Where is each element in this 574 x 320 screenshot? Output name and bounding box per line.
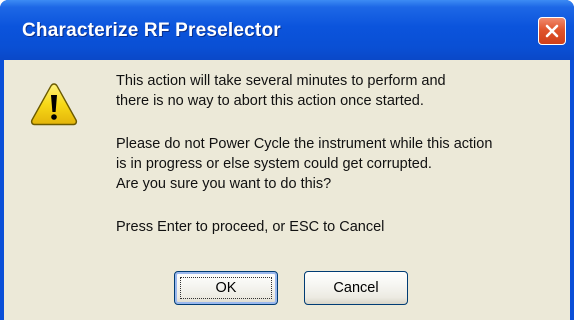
message-line: Please do not Power Cycle the instrument… (116, 136, 493, 152)
close-button[interactable] (538, 17, 566, 45)
message-paragraph-1: This action will take several minutes to… (116, 71, 446, 111)
message-paragraph-3: Press Enter to proceed, or ESC to Cancel (116, 217, 384, 237)
ok-button[interactable]: OK (174, 271, 278, 305)
message-line: This action will take several minutes to… (116, 73, 446, 89)
message-paragraph-2: Please do not Power Cycle the instrument… (116, 134, 492, 194)
dialog-title: Characterize RF Preselector (22, 20, 281, 41)
message-line: Are you sure you want to do this? (116, 176, 332, 192)
message-line: is in progress or else system could get … (116, 156, 432, 172)
dialog-window: Characterize RF Preselector This action … (0, 0, 574, 320)
message-line: Press Enter to proceed, or ESC to Cancel (116, 219, 385, 235)
message-line: there is no way to abort this action onc… (116, 93, 424, 109)
dialog-body: This action will take several minutes to… (4, 60, 570, 320)
ok-button-label: OK (215, 280, 237, 296)
title-bar[interactable]: Characterize RF Preselector (0, 0, 574, 60)
cancel-button[interactable]: Cancel (304, 271, 408, 305)
warning-icon (30, 83, 78, 126)
close-icon (545, 24, 559, 38)
cancel-button-label: Cancel (333, 280, 379, 296)
